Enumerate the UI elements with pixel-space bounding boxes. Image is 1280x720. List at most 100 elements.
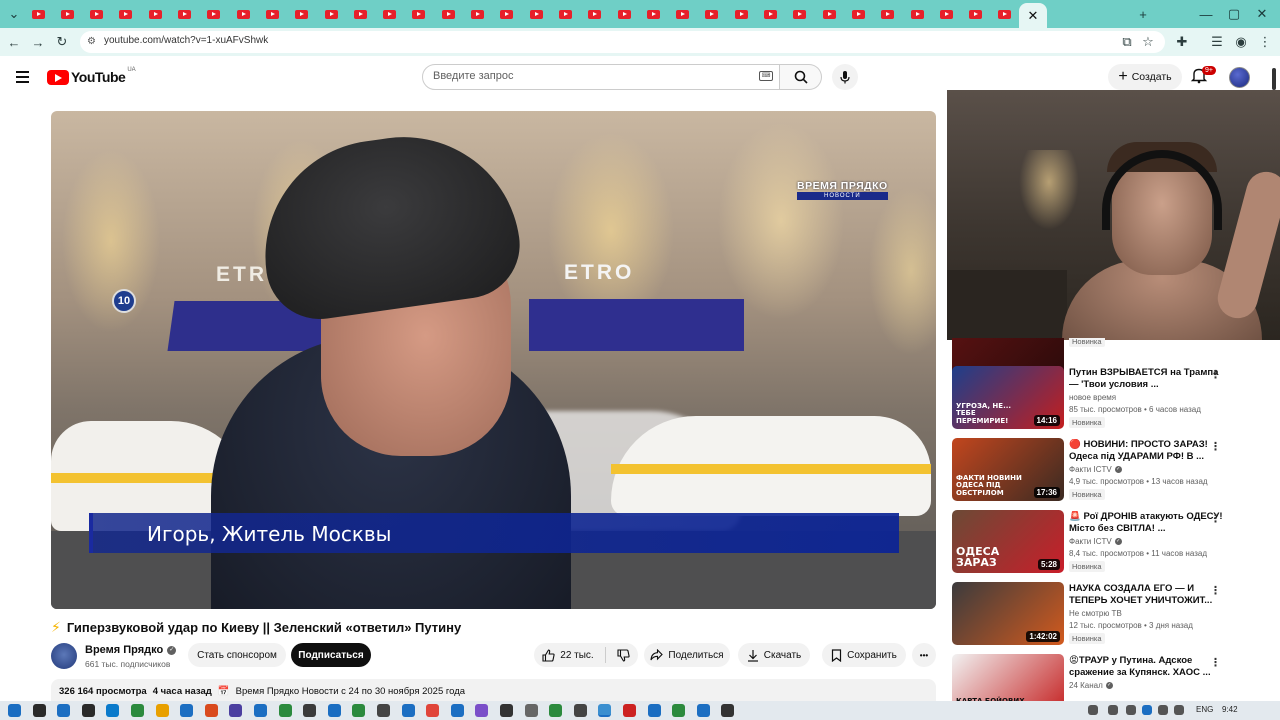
browser-tab[interactable] [376,2,404,26]
video-thumbnail[interactable]: ФАКТИ НОВИНИ ОДЕСА ПІД ОБСТРІЛОМ 17:36 [952,438,1064,501]
browser-tab[interactable] [844,2,872,26]
browser-tab[interactable] [669,2,697,26]
video-thumbnail[interactable]: 1:42:02 [952,582,1064,645]
address-url[interactable]: youtube.com/watch?v=1-xuAFvShwk [104,35,268,46]
active-tab[interactable]: ✕ [1019,3,1047,28]
channel-avatar[interactable] [51,643,77,669]
taskbar-app-icon[interactable] [401,704,415,717]
more-actions-button[interactable]: ••• [912,643,936,667]
taskbar-app-icon[interactable] [475,704,489,717]
browser-tab[interactable] [786,2,814,26]
browser-tab[interactable] [171,2,199,26]
browser-tab[interactable] [493,2,521,26]
recommended-video[interactable]: ФАКТИ НОВИНИ ОДЕСА ПІД ОБСТРІЛОМ 17:36 🔴 Н… [952,438,1268,504]
system-tray-icon[interactable] [1142,705,1152,715]
video-menu-icon[interactable]: ⋮ [1210,512,1221,525]
taskbar-app-icon[interactable] [303,704,317,717]
video-thumbnail[interactable]: КАРТА БОЙОВИХ ДІЙ [952,654,1064,703]
maximize-window-icon[interactable]: ▢ [1224,4,1244,24]
system-tray-icon[interactable] [1126,705,1136,715]
input-language[interactable]: ENG [1196,705,1213,714]
recommended-channel-name[interactable]: Факти ICTV [1069,465,1112,474]
browser-tab[interactable] [317,2,345,26]
taskbar-app-icon[interactable] [229,704,243,717]
taskbar-app-icon[interactable] [278,704,292,717]
browser-tab[interactable] [405,2,433,26]
share-button[interactable]: Поделиться [644,643,730,667]
taskbar-app-icon[interactable] [204,704,218,717]
browser-tab[interactable] [991,2,1019,26]
video-thumbnail[interactable]: ОДЕСА ЗАРАЗ 5:28 [952,510,1064,573]
taskbar-app-icon[interactable] [327,704,341,717]
system-tray-icon[interactable] [1158,705,1168,715]
browser-tab[interactable] [229,2,257,26]
system-tray-icon[interactable] [1174,705,1184,715]
account-avatar[interactable] [1229,67,1250,88]
browser-tab[interactable] [551,2,579,26]
taskbar-app-icon[interactable] [524,704,538,717]
recommended-video-title[interactable]: 😡ТРАУР у Путина. Адское сражение за Купя… [1069,655,1229,679]
minimize-window-icon[interactable]: — [1196,4,1216,24]
widgets-icon[interactable] [81,704,95,717]
taskbar-app-icon[interactable] [721,704,735,717]
taskbar-app-icon[interactable] [450,704,464,717]
browser-menu-icon[interactable]: ⋮ [1255,32,1275,52]
recommended-channel-name[interactable]: Факти ICTV [1069,537,1112,546]
keyboard-icon[interactable]: ⌨ [759,71,773,81]
taskbar-app-icon[interactable] [672,704,686,717]
browser-tab[interactable] [932,2,960,26]
search-icon[interactable] [32,704,46,717]
recommended-video-title[interactable]: 🔴 НОВИНИ: ПРОСТО ЗАРАЗ! Одеса під УДАРАМ… [1069,439,1229,463]
browser-tab[interactable] [24,2,52,26]
join-button[interactable]: Стать спонсором [188,643,286,667]
recommended-video[interactable]: ОДЕСА ЗАРАЗ 5:28 🚨 Рої ДРОНІВ атакують ОДЕ… [952,510,1268,576]
channel-name-text[interactable]: Время Прядко [85,644,163,656]
like-button[interactable]: 22 тыс. [542,648,594,662]
close-window-icon[interactable]: ✕ [1252,4,1272,24]
video-menu-icon[interactable]: ⋮ [1210,584,1221,597]
video-player[interactable]: ETRO ETRO 10 ВРЕМЯ ПРЯДКО НОВОСТИ Игорь,… [51,111,936,609]
site-info-icon[interactable]: ⚙ [87,36,96,47]
reading-list-icon[interactable]: ☰ [1207,32,1227,52]
video-menu-icon[interactable]: ⋮ [1210,656,1221,669]
download-button[interactable]: Скачать [738,643,810,667]
browser-tab[interactable] [112,2,140,26]
hamburger-menu-icon[interactable] [14,68,34,88]
browser-tab[interactable] [610,2,638,26]
recommended-channel-name[interactable]: 24 Канал [1069,681,1103,690]
browser-tab[interactable] [962,2,990,26]
browser-tab[interactable] [258,2,286,26]
browser-tab[interactable] [903,2,931,26]
tab-search-chevron-icon[interactable]: ⌄ [4,4,24,24]
profile-icon[interactable]: ◉ [1231,32,1251,52]
browser-tab[interactable] [698,2,726,26]
browser-tab[interactable] [874,2,902,26]
channel-name[interactable]: Время Прядко ✓ [85,644,177,656]
browser-tab[interactable] [83,2,111,26]
browser-tab[interactable] [581,2,609,26]
create-button[interactable]: + Создать [1108,64,1182,90]
system-tray-icon[interactable] [1088,705,1098,715]
taskbar-app-icon[interactable] [647,704,661,717]
browser-tab[interactable] [727,2,755,26]
taskbar-app-icon[interactable] [180,704,194,717]
tab-close-icon[interactable]: ✕ [1028,8,1039,24]
browser-tab[interactable] [757,2,785,26]
taskbar-app-icon[interactable] [426,704,440,717]
video-menu-icon[interactable]: ⋮ [1210,368,1221,381]
browser-tab[interactable] [815,2,843,26]
taskbar-app-icon[interactable] [352,704,366,717]
browser-tab[interactable] [522,2,550,26]
browser-tab[interactable] [200,2,228,26]
browser-tab[interactable] [639,2,667,26]
browser-tab[interactable] [434,2,462,26]
extensions-icon[interactable]: ✚ [1172,32,1192,52]
system-tray-icon[interactable] [1108,705,1118,715]
taskbar-app-icon[interactable] [623,704,636,717]
browser-tab[interactable] [141,2,169,26]
search-button[interactable] [780,64,822,90]
recommended-video[interactable]: УГРОЗА, НЕ... ТЕБЕ ПЕРЕМИРИЕ! 14:16 Путин … [952,366,1268,432]
taskbar-app-icon[interactable] [155,704,169,717]
taskbar-app-icon[interactable] [598,704,612,717]
subscribe-button[interactable]: Подписаться [291,643,371,667]
